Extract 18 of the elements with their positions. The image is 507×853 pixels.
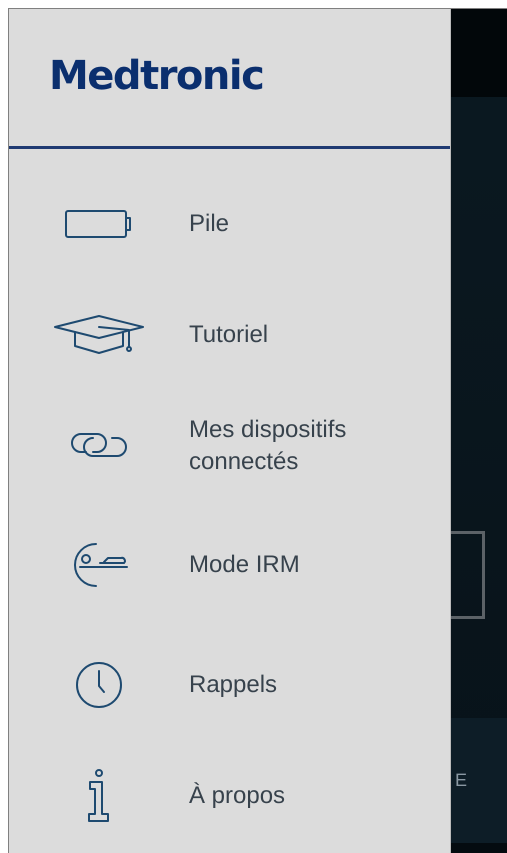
graduation-cap-icon xyxy=(53,314,145,354)
menu-item-label: Mes dispositifs connectés xyxy=(189,415,348,476)
menu-item-label: Pile xyxy=(189,208,230,239)
button-label: E xyxy=(455,770,468,791)
menu-item[interactable]: Mes dispositifs connectés xyxy=(9,390,450,501)
menu-item[interactable]: À propos xyxy=(9,740,450,851)
menu-item-label: À propos xyxy=(189,780,286,811)
menu-item[interactable]: Mode IRM xyxy=(9,501,450,629)
menu-item-label: Tutoriel xyxy=(189,320,270,350)
menu-item-label: Rappels xyxy=(189,670,278,700)
menu-item[interactable]: Tutoriel xyxy=(9,279,450,390)
battery-icon xyxy=(64,208,134,240)
menu-item[interactable]: Rappels xyxy=(9,629,450,740)
info-icon xyxy=(86,768,112,824)
logo: Medtronic xyxy=(49,52,264,98)
menu-item-label: Mode IRM xyxy=(189,550,301,580)
clock-icon xyxy=(73,660,125,708)
menu-item[interactable]: Pile xyxy=(9,168,450,279)
